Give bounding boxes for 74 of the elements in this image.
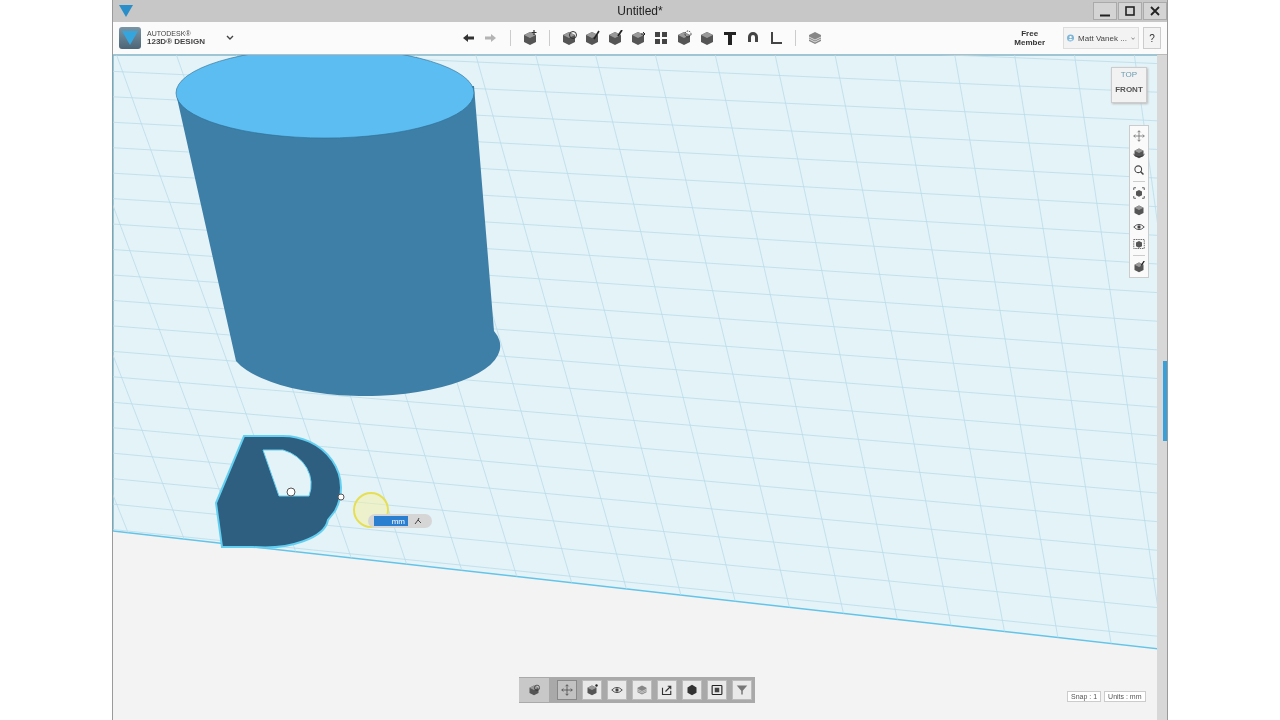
cube-pen-icon [583,30,600,46]
cube-brush-icon [1133,261,1145,273]
chevron-down-icon [1130,35,1135,41]
cube-sphere-button[interactable] [519,678,549,702]
layers-button[interactable] [632,680,652,700]
cube-brush-button[interactable] [606,30,623,46]
cylinder-drawing[interactable] [175,55,501,396]
cube-arrow-icon [629,30,646,46]
funnel-button[interactable] [732,680,752,700]
cube-plus-icon [521,30,538,46]
eye-icon [1133,221,1145,233]
orbit-icon [1133,147,1145,159]
help-button[interactable]: ? [1143,27,1161,49]
view-cube[interactable]: TOP FRONT [1111,67,1147,103]
cube-icon [698,30,715,46]
cube-plus-button[interactable] [521,30,538,46]
triangle-icon [122,31,138,45]
layers-icon [806,30,823,46]
avatar-icon [1067,32,1075,44]
cube-brush-icon [606,30,623,46]
cube-outline-icon [675,30,692,46]
dimension-input[interactable]: mm [368,514,432,528]
move-icon [561,684,573,696]
funnel-icon [736,684,748,696]
cube-dot-button[interactable] [582,680,602,700]
eye-button[interactable] [607,680,627,700]
fit-view-icon [1133,187,1145,199]
app-logo-icon [119,5,133,17]
grid-icon [652,30,669,46]
move-button[interactable] [557,680,577,700]
cube-arrow-button[interactable] [629,30,646,46]
export-button[interactable] [657,680,677,700]
move-button[interactable] [1133,130,1145,142]
cube-outline-button[interactable] [675,30,692,46]
close-icon [1150,6,1160,16]
user-name: Matt Vanek ... [1078,33,1127,43]
cube-brush-button[interactable] [1133,261,1145,273]
cube-sphere-button[interactable] [560,30,577,46]
eye-icon [611,684,623,696]
layers-button[interactable] [806,30,823,46]
cube-button[interactable] [698,30,715,46]
cube-pen-button[interactable] [583,30,600,46]
cube-icon [1133,204,1145,216]
move-icon [1133,130,1145,142]
fit-view-button[interactable] [1133,187,1145,199]
eye-button[interactable] [1133,221,1145,233]
layers-icon [636,684,648,696]
letter-t-icon [721,30,738,46]
framed-cube-button[interactable] [707,680,727,700]
grid-button[interactable] [652,30,669,46]
letter-d-drawing[interactable] [215,435,345,549]
maximize-button[interactable] [1118,2,1142,20]
chevron-down-icon[interactable] [224,34,235,42]
cube-button[interactable] [1133,204,1145,216]
scrollbar[interactable] [1157,55,1167,720]
close-button[interactable] [1143,2,1167,20]
user-menu[interactable]: Matt Vanek ... [1063,27,1139,49]
hexagon-icon [686,684,698,696]
zoom-button[interactable] [1133,164,1145,176]
dimension-field[interactable]: mm [374,516,408,526]
hexagon-button[interactable] [682,680,702,700]
export-icon [661,684,673,696]
letter-t-button[interactable] [721,30,738,46]
zoom-icon [1133,164,1145,176]
grid-cube-icon [1133,238,1145,250]
membership-label: Free Member [1014,29,1045,47]
minimize-button[interactable] [1093,2,1117,20]
framed-cube-icon [711,684,723,696]
minimize-icon [1100,13,1110,17]
window-title: Untitled* [617,4,663,18]
grid-cube-button[interactable] [1133,238,1145,250]
maximize-icon [1125,6,1135,16]
orbit-button[interactable] [1133,147,1145,159]
brand-name: 123D® DESIGN [147,37,205,46]
